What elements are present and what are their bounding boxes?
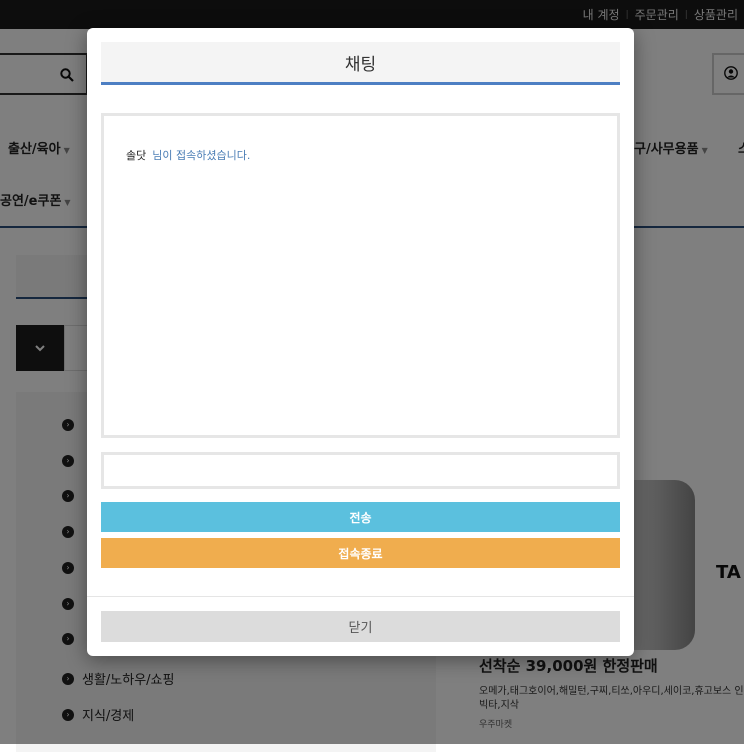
modal-divider <box>87 596 634 597</box>
chat-text: 님이 접속하셨습니다. <box>152 149 251 162</box>
chat-message: 솔닷 님이 접속하셨습니다. <box>126 147 250 163</box>
send-button[interactable]: 전송 <box>101 502 620 532</box>
chat-input[interactable] <box>101 452 620 489</box>
chat-modal: 채팅 솔닷 님이 접속하셨습니다. 전송 접속종료 닫기 <box>87 28 634 656</box>
chat-log[interactable]: 솔닷 님이 접속하셨습니다. <box>101 113 620 438</box>
chat-username: 솔닷 <box>126 149 147 162</box>
modal-header: 채팅 <box>101 42 620 85</box>
close-button[interactable]: 닫기 <box>101 611 620 642</box>
modal-title: 채팅 <box>344 54 377 75</box>
disconnect-button[interactable]: 접속종료 <box>101 538 620 568</box>
